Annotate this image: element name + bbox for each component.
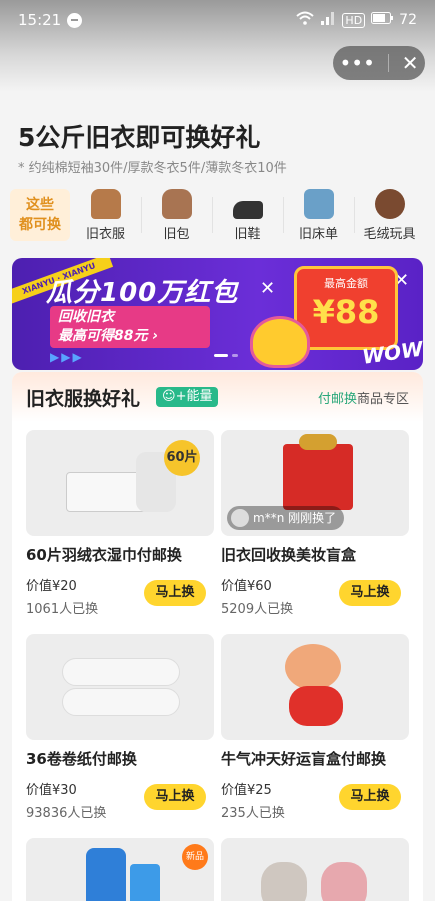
category-lead-line1: 这些 <box>26 197 54 213</box>
wipes-pack <box>66 472 146 512</box>
banner-title: 瓜分100万红包 <box>46 278 239 308</box>
ox-body <box>289 686 343 726</box>
banner-arrows: ▶▶▶ <box>50 350 84 364</box>
close-icon[interactable]: ✕ <box>402 51 419 75</box>
category-label: 旧床单 <box>298 226 338 242</box>
page: 15:21 HD 72 ••• ✕ 5公斤旧衣即可换好礼 * 约纯棉短袖30件/… <box>0 0 435 901</box>
battery-icon <box>371 12 394 28</box>
page-subtitle: * 约纯棉短袖30件/厚款冬衣5件/薄款冬衣10件 <box>18 161 287 176</box>
product-image-ox-figure <box>221 634 409 740</box>
product-card[interactable]: 牛气冲天好运盲盒付邮换 价值¥25 235人已换 马上换 <box>221 634 409 821</box>
exchange-section: 旧衣服换好礼 ☺+能量 付邮换商品专区 60片 60片羽绒衣湿巾付邮换 价值¥2… <box>12 372 423 901</box>
product-name: 旧衣回收换美妆盲盒 <box>221 546 357 564</box>
product-image-toilet-paper <box>26 634 214 740</box>
banner-line1: 回收旧衣 <box>58 309 114 325</box>
capsule-divider <box>387 54 389 72</box>
buy-button[interactable]: 马上换 <box>339 784 401 810</box>
energy-badge: ☺+能量 <box>156 387 219 407</box>
banner-line2: 最高可得88元 › <box>58 328 159 344</box>
max-amount-value: ¥88 <box>312 293 380 331</box>
battery-level: 72 <box>399 12 417 28</box>
ox-head <box>285 644 341 690</box>
product-image-wipes: 60片 <box>26 430 214 536</box>
wifi-icon <box>296 11 315 29</box>
product-card[interactable]: 新品 <box>26 838 214 901</box>
slipper <box>261 862 307 901</box>
product-image-beauty-box: m**n 刚刚换了 <box>221 430 409 536</box>
product-name: 36卷卷纸付邮换 <box>26 750 137 768</box>
category-label: 旧鞋 <box>234 226 261 242</box>
category-item-clothes[interactable]: 旧衣服 <box>70 188 141 242</box>
banner-subtitle: 回收旧衣 最高可得88元 › <box>50 306 210 348</box>
page-title: 5公斤旧衣即可换好礼 <box>18 123 261 152</box>
bedsheet-icon <box>303 188 334 219</box>
jacket-icon <box>90 188 121 219</box>
paper-pack <box>62 658 180 686</box>
product-card[interactable]: 60片 60片羽绒衣湿巾付邮换 价值¥20 1061人已换 马上换 <box>26 430 214 617</box>
ticker-text: m**n 刚刚换了 <box>253 511 337 525</box>
product-card[interactable] <box>221 838 409 901</box>
more-icon[interactable]: ••• <box>339 51 374 75</box>
buy-button[interactable]: 马上换 <box>144 784 206 810</box>
section-link-highlight: 付邮换 <box>317 392 357 407</box>
energy-badge-label: +能量 <box>175 389 213 404</box>
category-row: 这些 都可换 旧衣服 旧包 旧鞋 旧床单 毛绒玩具 <box>10 185 425 245</box>
carousel-dot-active <box>214 354 228 357</box>
status-bar: 15:21 HD 72 <box>0 0 435 40</box>
detergent-bottle <box>86 848 126 901</box>
mascot-icon <box>250 316 310 368</box>
category-item-bag[interactable]: 旧包 <box>141 188 212 242</box>
gift-box <box>283 444 353 510</box>
category-label: 毛绒玩具 <box>363 226 416 242</box>
section-title: 旧衣服换好礼 <box>26 388 141 410</box>
sparkle-icon: ✕ <box>260 278 276 299</box>
category-label: 旧衣服 <box>85 226 125 242</box>
detergent-bag <box>130 864 160 901</box>
avatar <box>231 509 249 527</box>
product-card[interactable]: m**n 刚刚换了 旧衣回收换美妆盲盒 价值¥60 5209人已换 马上换 <box>221 430 409 617</box>
category-item-plush[interactable]: 毛绒玩具 <box>354 188 425 242</box>
section-link-text: 商品专区 <box>356 392 409 407</box>
recent-exchange-ticker: m**n 刚刚换了 <box>227 506 345 530</box>
new-tag: 新品 <box>182 844 208 870</box>
chat-bubble-icon <box>67 12 83 28</box>
count-tag: 60片 <box>164 440 200 476</box>
shoe-icon <box>232 200 263 219</box>
energy-icon: ☺ <box>162 389 176 404</box>
bag-icon <box>161 188 192 219</box>
miniapp-capsule: ••• ✕ <box>333 46 425 80</box>
slipper <box>321 862 367 901</box>
category-lead: 这些 都可换 <box>10 189 70 241</box>
category-item-bedsheet[interactable]: 旧床单 <box>283 188 354 242</box>
paper-pack <box>62 688 180 716</box>
status-time: 15:21 <box>18 11 62 29</box>
section-link[interactable]: 付邮换商品专区 <box>318 388 409 407</box>
max-amount-label: 最高金额 <box>324 277 368 290</box>
product-image-detergent: 新品 <box>26 838 214 901</box>
category-lead-line2: 都可换 <box>19 217 61 233</box>
carousel-dots <box>214 354 238 357</box>
product-name: 牛气冲天好运盲盒付邮换 <box>221 750 387 768</box>
section-header: 旧衣服换好礼 ☺+能量 付邮换商品专区 <box>12 372 423 422</box>
teddy-bear-icon <box>374 188 405 219</box>
product-name: 60片羽绒衣湿巾付邮换 <box>26 546 182 564</box>
signal-icon <box>320 11 336 29</box>
product-image-slippers <box>221 838 409 901</box>
category-label: 旧包 <box>163 226 190 242</box>
gift-bow <box>299 434 337 450</box>
promo-banner[interactable]: XIANYU · XIANYU 瓜分100万红包 回收旧衣 最高可得88元 › … <box>12 258 423 370</box>
product-card[interactable]: 36卷卷纸付邮换 价值¥30 93836人已换 马上换 <box>26 634 214 821</box>
buy-button[interactable]: 马上换 <box>339 580 401 606</box>
hd-icon: HD <box>342 12 366 28</box>
buy-button[interactable]: 马上换 <box>144 580 206 606</box>
category-item-shoes[interactable]: 旧鞋 <box>212 189 283 242</box>
carousel-dot <box>232 354 238 357</box>
